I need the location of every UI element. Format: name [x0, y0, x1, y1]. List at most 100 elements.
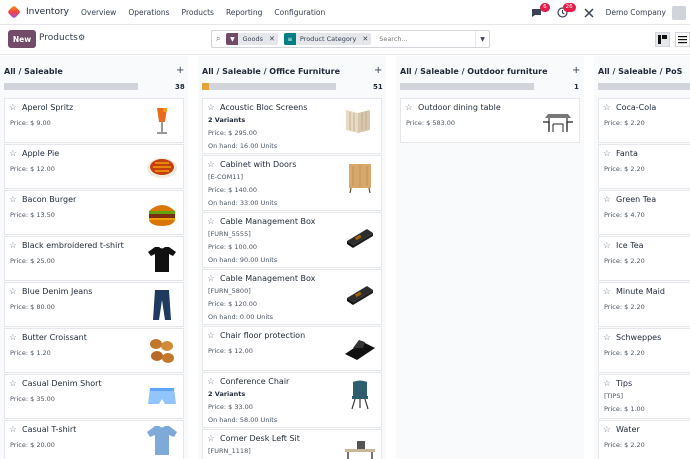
column-progress-bar[interactable] — [4, 83, 138, 90]
star-icon[interactable]: ☆ — [9, 379, 17, 389]
product-card[interactable]: ☆ Bacon Burger Price: $ 13.50 — [4, 190, 184, 235]
star-icon[interactable]: ☆ — [603, 333, 611, 343]
app-logo-icon[interactable] — [7, 5, 21, 19]
page-title: Products — [39, 33, 78, 43]
close-icon[interactable]: ✕ — [362, 35, 368, 43]
product-image — [347, 286, 373, 305]
column-title[interactable]: All / Saleable / Outdoor furniture — [400, 67, 548, 76]
product-card[interactable]: ☆ Corner Desk Left Sit [FURN_1118] — [202, 429, 382, 459]
star-icon[interactable]: ☆ — [207, 160, 215, 170]
product-card[interactable]: ☆ Aperol Spritz Price: $ 9.00 — [4, 98, 184, 143]
column-title[interactable]: All / Saleable — [4, 67, 63, 76]
search-icon[interactable]: ⌕ — [216, 34, 220, 44]
kanban-view-button[interactable] — [655, 32, 670, 47]
quick-create-plus-icon[interactable]: + — [572, 65, 580, 76]
column-title[interactable]: All / Saleable / Office Furniture — [202, 67, 340, 76]
product-card[interactable]: ☆ Cable Management Box [FURN_5800] Price… — [202, 269, 382, 325]
product-name: Cable Management Box — [220, 274, 316, 283]
star-icon[interactable]: ☆ — [603, 241, 611, 251]
quick-create-plus-icon[interactable]: + — [176, 65, 184, 76]
clock-icon[interactable]: 26 — [556, 2, 576, 20]
list-view-button[interactable] — [675, 32, 690, 47]
app-name[interactable]: Inventory — [26, 7, 69, 17]
product-price: Price: $ 35.00 — [10, 395, 55, 403]
column-progress-bar[interactable] — [598, 83, 690, 90]
star-icon[interactable]: ☆ — [207, 377, 215, 387]
product-card[interactable]: ☆ Apple Pie Price: $ 12.00 — [4, 144, 184, 189]
chat-icon[interactable]: 6 — [530, 2, 550, 20]
product-card[interactable]: ☆ Outdoor dining table Price: $ 583.00 — [400, 98, 580, 143]
product-name: Fanta — [616, 149, 638, 158]
search-input[interactable] — [379, 35, 460, 43]
product-card[interactable]: ☆ Schweppes Price: $ 2.20 — [598, 328, 690, 373]
star-icon[interactable]: ☆ — [603, 195, 611, 205]
menu-configuration[interactable]: Configuration — [274, 8, 325, 17]
tools-icon[interactable] — [582, 6, 596, 20]
product-card[interactable]: ☆ Ice Tea Price: $ 2.20 — [598, 236, 690, 281]
progress-fill[interactable] — [202, 83, 209, 90]
star-icon[interactable]: ☆ — [603, 425, 611, 435]
product-card[interactable]: ☆ Cable Management Box [FURN_5555] Price… — [202, 212, 382, 268]
product-card[interactable]: ☆ Conference Chair 2 Variants Price: $ 3… — [202, 372, 382, 428]
product-card[interactable]: ☆ Acoustic Bloc Screens 2 Variants Price… — [202, 98, 382, 154]
facet-goods[interactable]: ▼ Goods ✕ — [226, 33, 278, 45]
star-icon[interactable]: ☆ — [9, 333, 17, 343]
star-icon[interactable]: ☆ — [207, 217, 215, 227]
star-icon[interactable]: ☆ — [9, 149, 17, 159]
search-bar[interactable]: ⌕ ▼ Goods ✕ ≡ Product Category ✕ ▼ — [211, 30, 490, 48]
product-card[interactable]: ☆ Blue Denim Jeans Price: $ 80.00 — [4, 282, 184, 327]
product-image — [157, 108, 167, 134]
column-progress-bar[interactable] — [400, 83, 534, 90]
product-price: Price: $ 583.00 — [406, 119, 456, 127]
menu-reporting[interactable]: Reporting — [226, 8, 262, 17]
product-name: Casual T-shirt — [22, 425, 77, 434]
star-icon[interactable]: ☆ — [603, 287, 611, 297]
product-reference: [FURN_1118] — [208, 447, 251, 455]
star-icon[interactable]: ☆ — [405, 103, 413, 113]
product-card[interactable]: ☆ Casual Denim Short Price: $ 35.00 — [4, 374, 184, 419]
user-avatar[interactable] — [672, 5, 686, 20]
product-card[interactable]: ☆ Casual T-shirt Price: $ 20.00 — [4, 420, 184, 459]
product-card[interactable]: ☆ Water Price: $ 2.20 — [598, 420, 690, 459]
star-icon[interactable]: ☆ — [603, 103, 611, 113]
product-price: Price: $ 2.20 — [604, 257, 645, 265]
kanban-column: All / Saleable / PoS ☆ Coca-Cola Price: … — [594, 56, 690, 459]
product-card[interactable]: ☆ Chair floor protection Price: $ 12.00 — [202, 326, 382, 371]
quick-create-plus-icon[interactable]: + — [374, 65, 382, 76]
product-card[interactable]: ☆ Coca-Cola Price: $ 2.20 — [598, 98, 690, 143]
product-card[interactable]: ☆ Cabinet with Doors [E-COM11] Price: $ … — [202, 155, 382, 211]
menu-overview[interactable]: Overview — [81, 8, 116, 17]
product-card[interactable]: ☆ Butter Croissant Price: $ 1.20 — [4, 328, 184, 373]
column-progress-bar[interactable] — [202, 83, 336, 90]
company-switcher[interactable]: Demo Company — [606, 8, 666, 17]
product-card[interactable]: ☆ Black embroidered t-shirt Price: $ 25.… — [4, 236, 184, 281]
filter-icon: ▼ — [226, 33, 239, 45]
menu-operations[interactable]: Operations — [128, 8, 169, 17]
star-icon[interactable]: ☆ — [9, 241, 17, 251]
product-card[interactable]: ☆ Fanta Price: $ 2.20 — [598, 144, 690, 189]
star-icon[interactable]: ☆ — [603, 149, 611, 159]
star-icon[interactable]: ☆ — [207, 434, 215, 444]
star-icon[interactable]: ☆ — [9, 103, 17, 113]
menu-products[interactable]: Products — [182, 8, 214, 17]
gear-icon[interactable]: ⚙ — [78, 33, 85, 42]
close-icon[interactable]: ✕ — [269, 35, 275, 43]
product-price: Price: $ 2.20 — [604, 165, 645, 173]
product-reference: [E-COM11] — [208, 173, 244, 181]
product-card[interactable]: ☆ Tips [TIPS] Price: $ 1.00 — [598, 374, 690, 419]
product-price: Price: $ 1.20 — [10, 349, 51, 357]
star-icon[interactable]: ☆ — [9, 425, 17, 435]
product-price: Price: $ 9.00 — [10, 119, 51, 127]
product-card[interactable]: ☆ Green Tea Price: $ 4.70 — [598, 190, 690, 235]
star-icon[interactable]: ☆ — [9, 287, 17, 297]
star-icon[interactable]: ☆ — [207, 274, 215, 284]
product-card[interactable]: ☆ Minute Maid Price: $ 2.20 — [598, 282, 690, 327]
column-title[interactable]: All / Saleable / PoS — [598, 67, 682, 76]
chevron-down-icon[interactable]: ▼ — [475, 31, 489, 47]
facet-product-category[interactable]: ≡ Product Category ✕ — [283, 33, 372, 45]
star-icon[interactable]: ☆ — [9, 195, 17, 205]
star-icon[interactable]: ☆ — [207, 103, 215, 113]
star-icon[interactable]: ☆ — [207, 331, 215, 341]
new-button[interactable]: New — [8, 30, 36, 48]
star-icon[interactable]: ☆ — [603, 379, 611, 389]
